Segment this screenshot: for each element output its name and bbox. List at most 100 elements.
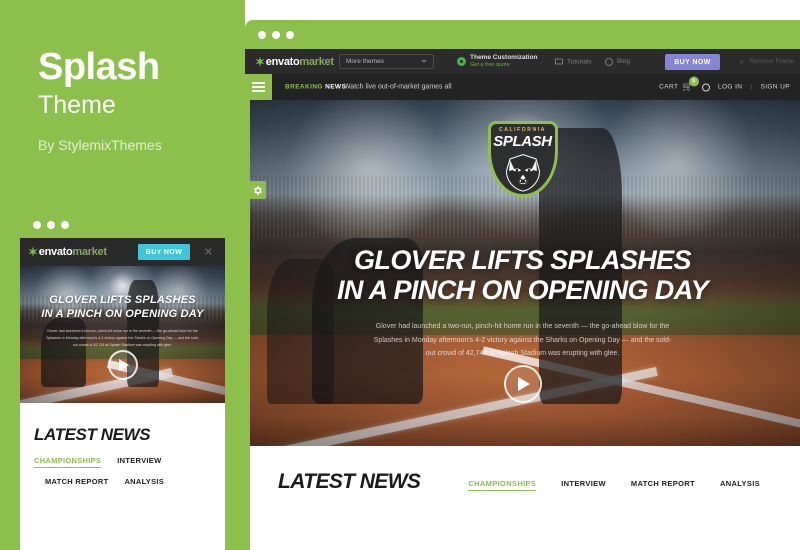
page-title: Splash (38, 46, 160, 88)
play-button-icon[interactable] (503, 365, 542, 403)
chevron-down-icon (421, 60, 427, 63)
mobile-hero-title-line-2: IN A PINCH ON OPENING DAY (41, 307, 204, 320)
play-triangle-icon (518, 377, 530, 391)
mobile-hero-image: GLOVER LIFTS SPLASHES IN A PINCH ON OPEN… (20, 266, 225, 403)
envato-logo-secondary: market (299, 55, 334, 68)
tab-interview[interactable]: INTERVIEW (561, 479, 606, 491)
mobile-hero-title-line-1: GLOVER LIFTS SPLASHES (49, 294, 196, 306)
gear-icon[interactable] (248, 181, 266, 199)
window-dot-close[interactable] (33, 220, 41, 229)
breaking-word: BREAKING (285, 83, 323, 91)
window-dot-minimize[interactable] (272, 30, 280, 39)
mobile-envato-bar: ✶ envato market BUY NOW ✕ (20, 238, 225, 270)
mobile-hero-paragraph: Glover had launched a two-run, pinch-hit… (46, 329, 199, 348)
hamburger-menu-icon[interactable] (245, 74, 272, 100)
close-icon: ✕ (739, 58, 745, 66)
user-icon (701, 83, 710, 91)
hamburger-line-1 (252, 82, 265, 84)
latest-news-left-accent (245, 446, 250, 550)
mobile-latest-news-section: LATEST NEWS CHAMPIONSHIPS INTERVIEW MATC… (20, 403, 225, 486)
play-button-icon[interactable] (107, 350, 138, 380)
breaking-news-label: BREAKING NEWS (285, 84, 346, 91)
tab-championships[interactable]: CHAMPIONSHIPS (468, 479, 537, 491)
window-dot-maximize[interactable] (61, 220, 69, 229)
mobile-news-tabs-row-1: CHAMPIONSHIPS INTERVIEW (34, 456, 211, 468)
site-navbar: BREAKING NEWS Watch live out-of-market g… (245, 74, 800, 100)
site-logo-badge[interactable]: CALIFORNIA SPLASH (487, 121, 558, 197)
theme-author: By StylemixThemes (38, 137, 162, 154)
hamburger-line-2 (252, 86, 265, 88)
close-icon[interactable]: ✕ (204, 246, 213, 259)
latest-news-heading: LATEST NEWS (278, 470, 421, 493)
mobile-preview-window: ✶ envato market BUY NOW ✕ GLOVER LIFTS S… (20, 211, 225, 550)
more-themes-label: More themes (346, 58, 384, 65)
blog-label: Blog (617, 58, 631, 65)
envato-logo-primary: envato (265, 55, 300, 68)
tab-interview[interactable]: INTERVIEW (117, 456, 161, 468)
window-controls[interactable] (33, 220, 69, 229)
buy-now-button[interactable]: BUY NOW (138, 244, 190, 260)
tutorials-label: Tutorials (567, 58, 592, 65)
play-triangle-icon (119, 359, 129, 371)
mobile-news-tabs: CHAMPIONSHIPS INTERVIEW MATCH REPORT ANA… (34, 456, 211, 486)
mobile-preview-titlebar (20, 211, 225, 238)
desktop-preview-body: ✶ envato market More themes Theme Custom… (245, 49, 800, 550)
logo-main-text: SPLASH (493, 133, 552, 150)
leaf-icon: ✶ (255, 54, 265, 69)
news-ticker-text[interactable]: Watch live out-of-market games all (344, 84, 452, 91)
envato-market-bar: ✶ envato market More themes Theme Custom… (245, 49, 800, 74)
blog-icon (605, 57, 613, 66)
remove-frame-label: Remove Frame (749, 58, 795, 65)
mobile-hero-title: GLOVER LIFTS SPLASHES IN A PINCH ON OPEN… (20, 294, 225, 322)
signup-link[interactable]: SIGN UP (760, 84, 790, 91)
blog-link[interactable]: Blog (605, 57, 631, 66)
nav-separator: | (750, 83, 753, 91)
promo-title-block: Splash Theme By StylemixThemes (38, 46, 238, 154)
window-controls-main[interactable] (258, 30, 294, 39)
window-dot-close[interactable] (258, 30, 266, 39)
envato-logo[interactable]: ✶ envato market (28, 245, 107, 259)
leaf-icon: ✶ (28, 245, 38, 259)
theme-customization-title: Theme Customization (470, 54, 538, 61)
tab-match-report[interactable]: MATCH REPORT (45, 477, 108, 486)
more-themes-dropdown[interactable]: More themes (339, 54, 434, 69)
envato-logo[interactable]: ✶ envato market (255, 55, 334, 69)
promo-panel: Splash Theme By StylemixThemes ✶ envato … (0, 0, 245, 550)
tab-championships[interactable]: CHAMPIONSHIPS (34, 456, 102, 468)
hamburger-line-3 (252, 90, 265, 92)
desktop-preview-window: ✶ envato market More themes Theme Custom… (245, 20, 800, 550)
buy-now-button[interactable]: BUY NOW (665, 54, 720, 70)
tutorials-link[interactable]: Tutorials (555, 58, 592, 65)
gear-glyph (253, 185, 262, 195)
theme-customization-promo[interactable]: Theme Customization Get a free quote (457, 54, 538, 69)
navbar-right-actions: CART 🛒 0 LOG IN | SIGN UP (659, 76, 790, 93)
wolf-head-icon (505, 154, 540, 192)
window-dot-minimize[interactable] (47, 220, 55, 229)
hero-paragraph: Glover had launched a two-run, pinch-hit… (373, 323, 672, 358)
remove-frame-button[interactable]: ✕ Remove Frame (739, 58, 794, 66)
page-subtitle: Theme (38, 90, 116, 119)
mobile-latest-news-heading: LATEST NEWS (34, 425, 151, 444)
tab-match-report[interactable]: MATCH REPORT (631, 479, 695, 491)
hero-left-accent-strip (245, 100, 250, 446)
desktop-preview-titlebar (245, 20, 800, 49)
cart-count-badge: 0 (688, 76, 699, 87)
video-icon (555, 58, 563, 65)
login-link[interactable]: LOG IN (718, 84, 742, 91)
cart-button[interactable]: CART 🛒 0 (659, 76, 699, 93)
news-category-tabs: CHAMPIONSHIPS INTERVIEW MATCH REPORT ANA… (468, 479, 760, 494)
tab-analysis[interactable]: ANALYSIS (720, 479, 760, 491)
screenshot-root: Splash Theme By StylemixThemes ✶ envato … (0, 0, 800, 550)
cart-label: CART (659, 83, 679, 91)
hero-title: GLOVER LIFTS SPLASHES IN A PINCH ON OPEN… (245, 245, 800, 305)
hero-title-line-1: GLOVER LIFTS SPLASHES (354, 245, 692, 275)
latest-news-header-row: LATEST NEWS CHAMPIONSHIPS INTERVIEW MATC… (278, 470, 800, 494)
mobile-news-tabs-row-2: MATCH REPORT ANALYSIS (34, 477, 211, 486)
latest-news-section: LATEST NEWS CHAMPIONSHIPS INTERVIEW MATC… (245, 446, 800, 550)
mobile-preview-body: ✶ envato market BUY NOW ✕ GLOVER LIFTS S… (20, 238, 225, 550)
theme-customization-subtitle: Get a free quote (470, 62, 510, 69)
envato-logo-secondary: market (72, 246, 107, 258)
window-dot-maximize[interactable] (286, 30, 294, 39)
tab-analysis[interactable]: ANALYSIS (124, 477, 164, 486)
gear-icon (457, 57, 466, 66)
